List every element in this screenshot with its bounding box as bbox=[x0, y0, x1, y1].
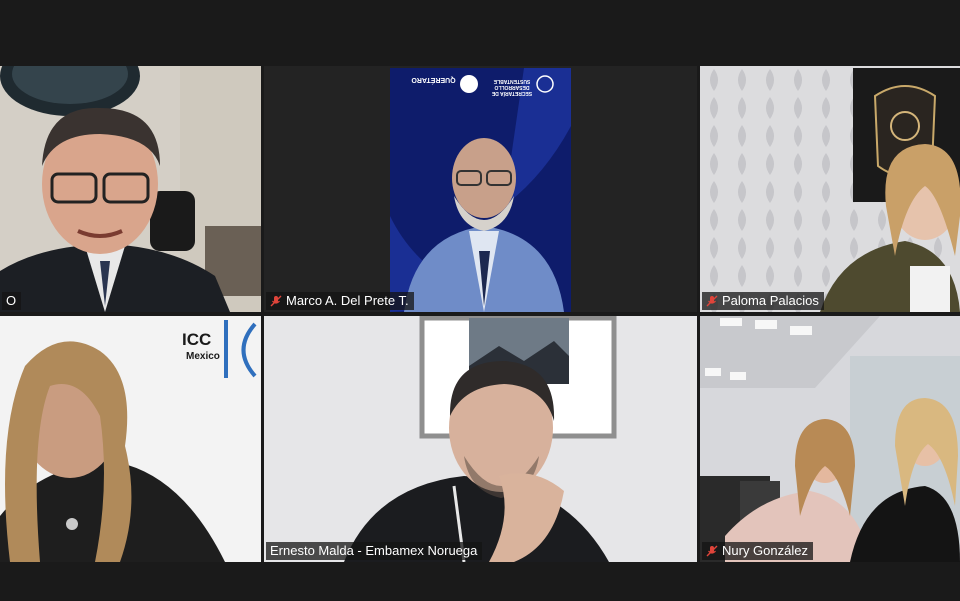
participant-video-1 bbox=[0, 66, 261, 312]
video-tile-6[interactable]: Nury González bbox=[700, 316, 960, 562]
video-tile-1[interactable]: O bbox=[0, 66, 261, 312]
participant-name-label: Marco A. Del Prete T. bbox=[266, 292, 414, 310]
video-tile-3[interactable]: Paloma Palacios bbox=[700, 66, 960, 312]
participant-name-label: O bbox=[2, 292, 22, 310]
participant-video-2 bbox=[264, 66, 697, 312]
queretaro-banner-text: QUERÉTARO bbox=[411, 76, 456, 83]
icc-logo-text: ICC bbox=[182, 330, 212, 349]
video-tile-2[interactable]: QUERÉTARO SECRETARÍA DE DESARROLLO SUSTE… bbox=[264, 66, 697, 312]
participant-name: Marco A. Del Prete T. bbox=[286, 293, 409, 308]
participant-name-label: Paloma Palacios bbox=[702, 292, 824, 310]
participant-video-3 bbox=[700, 66, 960, 312]
mic-muted-icon bbox=[706, 295, 718, 307]
participant-video-4 bbox=[0, 316, 261, 562]
mic-muted-icon bbox=[706, 545, 718, 557]
secretaria-banner-text: SECRETARÍA DE DESARROLLO SUSTENTABLE bbox=[491, 78, 533, 96]
icc-mexico-text: Mexico bbox=[186, 351, 220, 362]
video-tile-5[interactable]: Ernesto Malda - Embamex Noruega bbox=[264, 316, 697, 562]
participant-video-5 bbox=[264, 316, 697, 562]
participant-name: O bbox=[6, 293, 17, 308]
participant-name: Nury González bbox=[722, 543, 808, 558]
video-tile-4[interactable]: ICC Mexico bbox=[0, 316, 261, 562]
participant-name: Ernesto Malda - Embamex Noruega bbox=[270, 543, 478, 558]
participant-name: Paloma Palacios bbox=[722, 293, 819, 308]
participant-name-label: Ernesto Malda - Embamex Noruega bbox=[266, 542, 483, 560]
participant-name-label: Nury González bbox=[702, 542, 813, 560]
mic-muted-icon bbox=[270, 295, 282, 307]
participant-video-6 bbox=[700, 316, 960, 562]
